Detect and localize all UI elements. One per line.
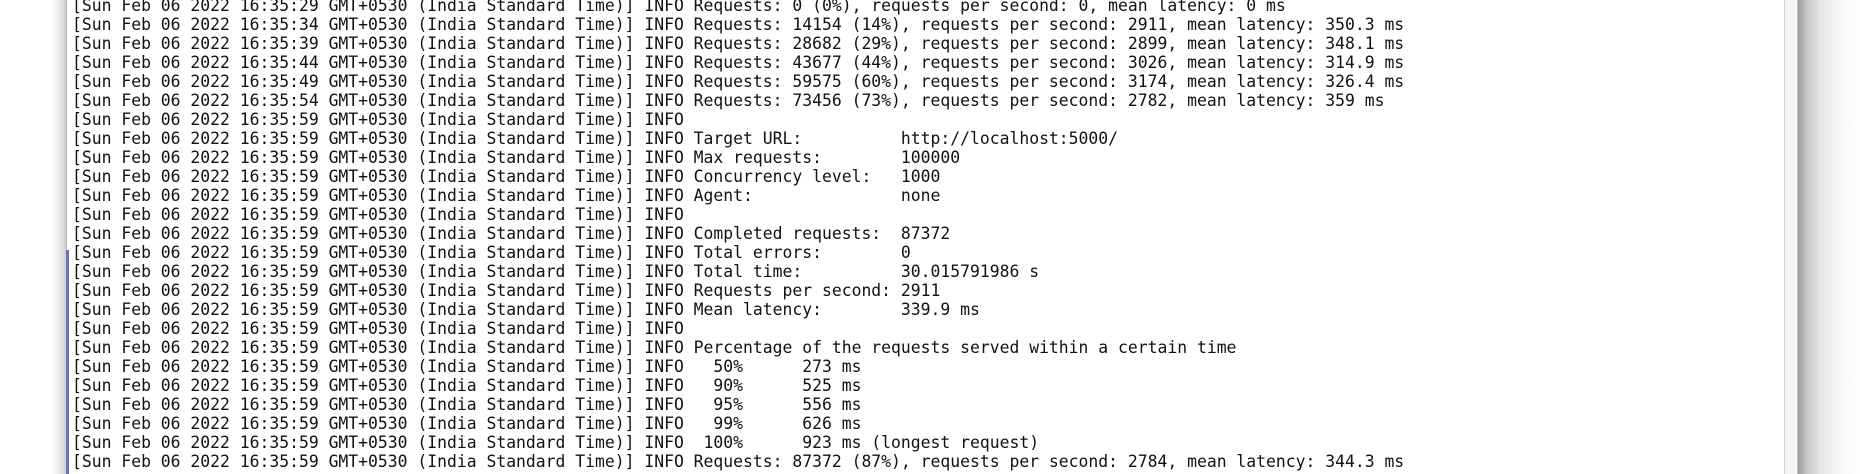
- terminal-line: [Sun Feb 06 2022 16:35:59 GMT+0530 (Indi…: [72, 319, 684, 338]
- terminal-line: [Sun Feb 06 2022 16:35:59 GMT+0530 (Indi…: [72, 205, 684, 224]
- terminal-line: [Sun Feb 06 2022 16:35:59 GMT+0530 (Indi…: [72, 281, 941, 300]
- terminal-line: [Sun Feb 06 2022 16:35:59 GMT+0530 (Indi…: [72, 376, 862, 395]
- terminal-line: [Sun Feb 06 2022 16:35:59 GMT+0530 (Indi…: [72, 186, 941, 205]
- desktop-shadow-left: [0, 0, 66, 474]
- terminal-line: [Sun Feb 06 2022 16:35:59 GMT+0530 (Indi…: [72, 262, 1040, 281]
- terminal-line: [Sun Feb 06 2022 16:35:59 GMT+0530 (Indi…: [72, 224, 951, 243]
- screen: [Sun Feb 06 2022 16:35:29 GMT+0530 (Indi…: [0, 0, 1860, 474]
- terminal-line: [Sun Feb 06 2022 16:35:59 GMT+0530 (Indi…: [72, 414, 862, 433]
- terminal-line: [Sun Feb 06 2022 16:35:59 GMT+0530 (Indi…: [72, 433, 1040, 452]
- terminal-line: [Sun Feb 06 2022 16:35:59 GMT+0530 (Indi…: [72, 452, 1405, 471]
- terminal-output[interactable]: [Sun Feb 06 2022 16:35:29 GMT+0530 (Indi…: [72, 0, 1772, 471]
- terminal-line: [Sun Feb 06 2022 16:35:59 GMT+0530 (Indi…: [72, 357, 862, 376]
- terminal-line: [Sun Feb 06 2022 16:35:59 GMT+0530 (Indi…: [72, 395, 862, 414]
- terminal-line: [Sun Feb 06 2022 16:35:29 GMT+0530 (Indi…: [72, 0, 1286, 15]
- window-shadow-right: [1798, 0, 1860, 474]
- terminal-line: [Sun Feb 06 2022 16:35:59 GMT+0530 (Indi…: [72, 110, 684, 129]
- window-left-accent: [66, 250, 69, 474]
- terminal-line: [Sun Feb 06 2022 16:35:54 GMT+0530 (Indi…: [72, 91, 1385, 110]
- terminal-line: [Sun Feb 06 2022 16:35:59 GMT+0530 (Indi…: [72, 148, 961, 167]
- terminal-line: [Sun Feb 06 2022 16:35:59 GMT+0530 (Indi…: [72, 243, 911, 262]
- terminal-line: [Sun Feb 06 2022 16:35:59 GMT+0530 (Indi…: [72, 338, 1237, 357]
- terminal-line: [Sun Feb 06 2022 16:35:59 GMT+0530 (Indi…: [72, 167, 941, 186]
- terminal-line: [Sun Feb 06 2022 16:35:39 GMT+0530 (Indi…: [72, 34, 1405, 53]
- terminal-line: [Sun Feb 06 2022 16:35:59 GMT+0530 (Indi…: [72, 300, 980, 319]
- terminal-line: [Sun Feb 06 2022 16:35:34 GMT+0530 (Indi…: [72, 15, 1405, 34]
- terminal-line: [Sun Feb 06 2022 16:35:44 GMT+0530 (Indi…: [72, 53, 1405, 72]
- terminal-line: [Sun Feb 06 2022 16:35:59 GMT+0530 (Indi…: [72, 129, 1119, 148]
- vertical-scrollbar[interactable]: [1784, 0, 1798, 474]
- terminal-line: [Sun Feb 06 2022 16:35:49 GMT+0530 (Indi…: [72, 72, 1405, 91]
